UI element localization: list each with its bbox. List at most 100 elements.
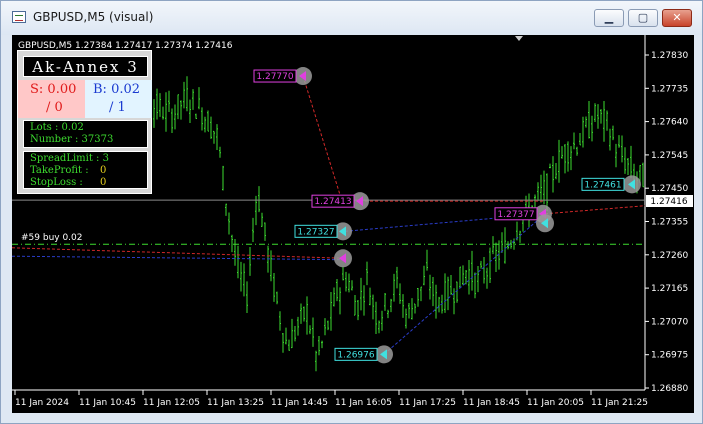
buy-value: B: 0.02 — [93, 82, 141, 97]
price-tick-label: 1.27450 — [651, 184, 688, 194]
candle — [453, 288, 455, 315]
candle — [501, 232, 503, 253]
candle — [576, 146, 578, 156]
time-tick-label: 11 Jan 17:25 — [399, 398, 456, 408]
candle — [387, 309, 389, 319]
candle — [249, 247, 251, 276]
magic-number: Number : 37373 — [30, 134, 114, 145]
trade-marker[interactable]: 1.27770 — [253, 67, 312, 86]
candle — [207, 110, 209, 132]
stop-loss-value: 0 — [100, 177, 107, 188]
chart-shift-marker[interactable] — [515, 36, 523, 41]
candle — [567, 141, 569, 172]
maximize-button[interactable]: ▢ — [628, 9, 658, 27]
candle — [213, 130, 215, 144]
take-profit-value: 0 — [100, 165, 107, 176]
candle — [219, 146, 221, 158]
lots-box: Lots : 0.02 Number : 37373 — [23, 120, 148, 148]
candle — [477, 266, 479, 293]
candle — [405, 308, 407, 329]
candle — [537, 182, 539, 201]
candle — [348, 273, 350, 293]
ea-info-panel: Ak-Annex 3 S: 0.00 / 0 B: 0.02 / 1 Lots … — [17, 50, 152, 194]
price-tick-label: 1.27640 — [651, 118, 688, 128]
candle — [591, 115, 593, 142]
candle — [429, 274, 431, 300]
candle — [519, 230, 521, 243]
candle — [372, 294, 374, 320]
candle — [318, 336, 320, 356]
candle — [366, 261, 368, 286]
candle — [402, 294, 404, 318]
candle — [243, 263, 245, 297]
candles-group — [111, 76, 644, 372]
buy-count: / 1 — [109, 100, 126, 115]
candle — [483, 256, 485, 284]
candle — [408, 303, 410, 319]
candle — [447, 276, 449, 311]
candle — [612, 125, 614, 141]
candle — [333, 287, 335, 307]
trade-price-label: 1.27770 — [256, 72, 293, 82]
window-title: GBPUSD,M5 (visual) — [33, 10, 154, 24]
candle — [246, 281, 248, 314]
title-bar[interactable]: GBPUSD,M5 (visual) ▁ ▢ ✕ — [1, 1, 702, 35]
candle — [471, 250, 473, 291]
candle — [234, 238, 236, 266]
trade-connector-line — [302, 75, 343, 202]
sell-count: / 0 — [46, 100, 63, 115]
candle — [459, 266, 461, 288]
candle — [561, 146, 563, 159]
time-tick-label: 11 Jan 14:45 — [271, 398, 328, 408]
candle — [201, 107, 203, 131]
candle — [189, 99, 191, 123]
candle — [384, 292, 386, 311]
trade-connector-line — [12, 255, 346, 261]
trade-marker[interactable]: 1.27327 — [294, 222, 352, 241]
position-label: #59 buy 0.02 — [21, 233, 83, 243]
candle — [354, 294, 356, 316]
trade-connector-line — [544, 205, 646, 215]
minimize-button[interactable]: ▁ — [594, 9, 624, 27]
candle — [564, 144, 566, 174]
trade-markers-group: 1.27770 1.27413 1.27327 1.27377 1.26976 1.274… — [253, 67, 641, 364]
candle — [582, 116, 584, 148]
candle — [168, 90, 170, 113]
close-button[interactable]: ✕ — [662, 9, 692, 27]
candle — [297, 316, 299, 336]
candle — [288, 339, 290, 351]
buy-summary-box: B: 0.02 / 1 — [85, 80, 152, 118]
price-tick-label: 1.27260 — [651, 251, 688, 261]
time-tick-label: 11 Jan 2024 — [15, 398, 69, 408]
trade-marker[interactable]: 1.27413 — [311, 192, 369, 211]
candle — [432, 276, 434, 307]
candle — [630, 145, 632, 178]
time-tick-label: 11 Jan 16:05 — [335, 398, 392, 408]
candle — [573, 132, 575, 150]
candle — [369, 287, 371, 306]
time-tick-label: 11 Jan 18:45 — [463, 398, 520, 408]
trade-price-label: 1.27327 — [297, 227, 334, 237]
candle — [186, 76, 188, 112]
candle — [450, 275, 452, 295]
price-chart[interactable]: 1.27770 1.27413 1.27327 1.27377 1.26976 1.274… — [12, 35, 694, 413]
candle — [336, 278, 338, 302]
candle — [426, 249, 428, 271]
price-tick-label: 1.27165 — [651, 284, 688, 294]
candle — [195, 113, 197, 119]
trade-marker[interactable]: 1.27461 — [581, 175, 641, 194]
terminal-window: GBPUSD,M5 (visual) ▁ ▢ ✕ 1.27770 1.27413 1… — [0, 0, 703, 424]
time-tick-label: 11 Jan 21:25 — [591, 398, 648, 408]
trade-price-label: 1.26976 — [337, 350, 374, 360]
candle — [171, 108, 173, 133]
price-tick-label: 1.26975 — [651, 351, 688, 361]
candle — [363, 285, 365, 316]
take-profit-label: TakeProfit : — [30, 165, 89, 176]
time-tick-label: 11 Jan 10:45 — [79, 398, 136, 408]
candle — [357, 299, 359, 321]
candle — [390, 298, 392, 313]
trade-marker[interactable]: 1.26976 — [334, 345, 393, 364]
candle — [585, 116, 587, 128]
candle — [222, 165, 224, 191]
candle — [312, 317, 314, 347]
